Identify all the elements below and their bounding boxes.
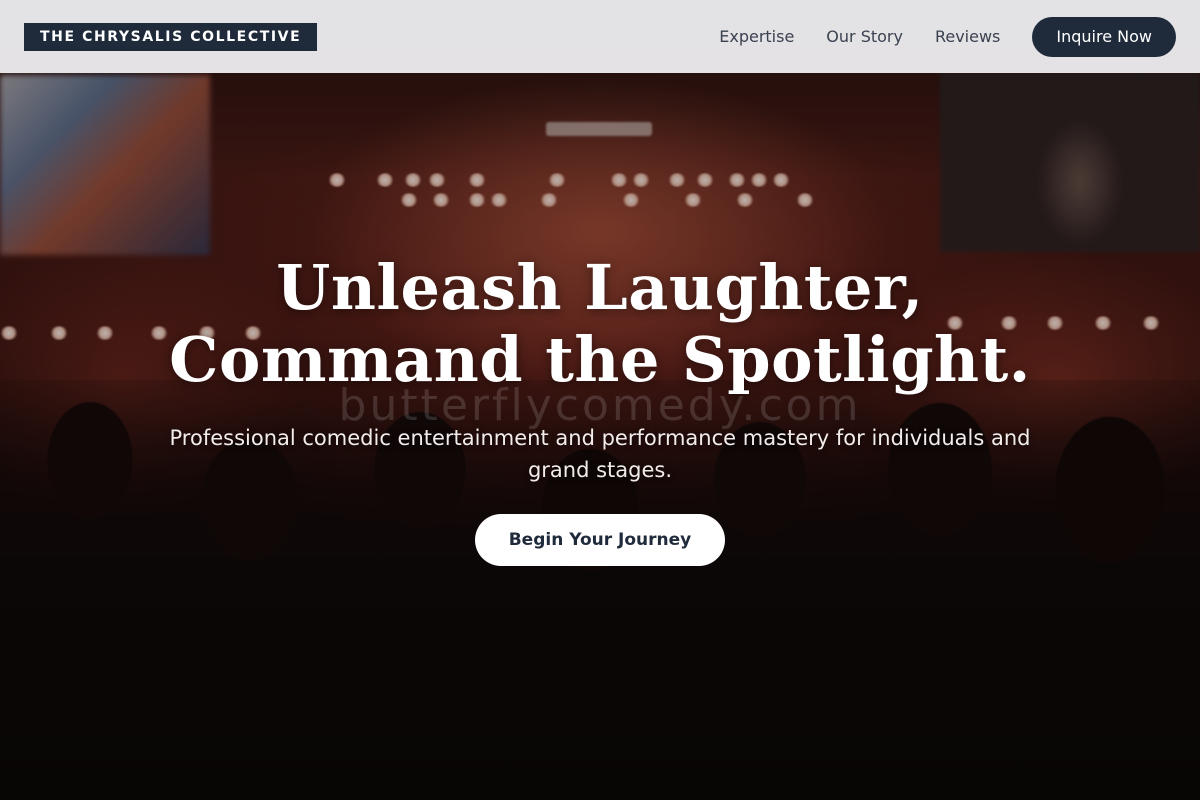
site-header: THE CHRYSALIS COLLECTIVE Expertise Our S… (0, 0, 1200, 73)
nav-link-reviews[interactable]: Reviews (935, 27, 1000, 46)
hero-title-line-1: Unleash Laughter, (276, 251, 924, 324)
hero-subtitle: Professional comedic entertainment and p… (169, 426, 1031, 482)
nav-link-expertise[interactable]: Expertise (719, 27, 794, 46)
hero-title: Unleash Laughter, Command the Spotlight. (0, 252, 1200, 396)
begin-journey-button[interactable]: Begin Your Journey (475, 514, 725, 566)
hero-section: Unleash Laughter, Command the Spotlight.… (0, 252, 1200, 566)
main-nav: Expertise Our Story Reviews Inquire Now (719, 16, 1176, 57)
inquire-now-button[interactable]: Inquire Now (1032, 16, 1176, 57)
hero-title-line-2: Command the Spotlight. (169, 323, 1031, 396)
brand-logo[interactable]: THE CHRYSALIS COLLECTIVE (24, 22, 318, 51)
nav-link-our-story[interactable]: Our Story (826, 27, 903, 46)
